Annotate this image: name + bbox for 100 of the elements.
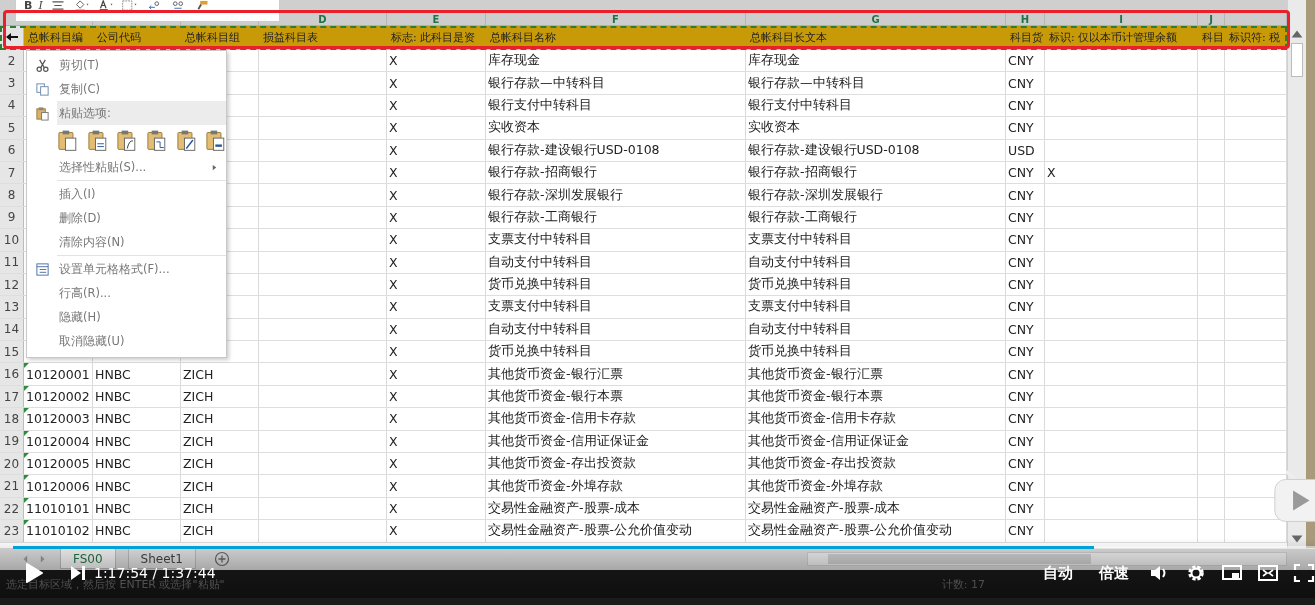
scroll-thumb[interactable] (1291, 43, 1303, 77)
widescreen-icon[interactable] (1257, 563, 1279, 583)
table-cell: X (389, 501, 398, 516)
paste-option-icon[interactable] (175, 128, 197, 152)
table-cell: HNBC (95, 433, 131, 449)
table-cell: HNBC (95, 366, 131, 382)
row-number[interactable]: 8 (0, 184, 24, 206)
table-cell: X (389, 209, 398, 225)
row-number[interactable]: 7 (0, 161, 24, 184)
row-number[interactable]: 20 (0, 453, 24, 475)
menu-item[interactable]: 插入(I) (27, 182, 226, 206)
row-number[interactable]: 22 (0, 497, 24, 520)
table-cell: CNY (1008, 120, 1034, 136)
table-cell: HNBC (95, 478, 131, 494)
row-number[interactable]: 13 (0, 296, 24, 318)
table-cell: CNY (1008, 75, 1034, 91)
table-cell: CNY (1008, 411, 1034, 427)
row-number[interactable]: 5 (0, 117, 24, 139)
row-number[interactable]: 16 (0, 363, 24, 385)
menu-item[interactable]: 设置单元格格式(F)... (27, 257, 226, 281)
table-cell: 其他货币资金-银行本票 (488, 388, 623, 406)
table-icon (34, 261, 50, 277)
table-cell: 银行支付中转科目 (488, 96, 592, 114)
row-number[interactable]: 15 (0, 341, 24, 363)
row-number[interactable]: 10 (0, 229, 24, 251)
row-number[interactable]: 14 (0, 318, 24, 341)
table-cell: 银行存款-建设银行USD-0108 (488, 141, 660, 159)
row-number[interactable]: 6 (0, 139, 24, 161)
table-cell: CNY (1008, 366, 1034, 382)
table-cell: CNY (1008, 389, 1034, 405)
table-cell: 库存现金 (748, 52, 800, 70)
column-heading: 总帐科目长文本 (750, 30, 827, 45)
column-letter[interactable]: H (1020, 15, 1030, 25)
table-cell: CNY (1008, 456, 1034, 472)
menu-item[interactable]: 剪切(T) (27, 53, 226, 77)
row-number[interactable]: 18 (0, 408, 24, 430)
settings-icon[interactable] (1185, 563, 1207, 583)
column-letter[interactable]: E (432, 15, 440, 25)
table-cell: 银行存款—中转科目 (748, 74, 865, 92)
row-number[interactable]: 17 (0, 385, 24, 408)
row-number[interactable]: 19 (0, 430, 24, 453)
row-number[interactable]: 21 (0, 475, 24, 497)
table-cell: X (389, 232, 398, 248)
table-cell: USD (1008, 142, 1035, 158)
table-cell: HNBC (95, 501, 131, 516)
paste-option-icon[interactable] (57, 128, 78, 152)
progress-bar[interactable] (13, 546, 1315, 549)
row-number[interactable]: 4 (0, 94, 24, 117)
row-number[interactable]: 12 (0, 273, 24, 296)
table-cell: X (389, 299, 398, 315)
menu-item[interactable]: 隐藏(H) (27, 305, 226, 329)
column-letter[interactable]: J (1209, 15, 1213, 25)
table-cell: CNY (1008, 53, 1034, 69)
table-cell: 实收资本 (748, 119, 800, 137)
table-cell: ZICH (183, 389, 214, 405)
bold-button[interactable]: B (24, 0, 33, 11)
menu-item[interactable]: 行高(R)... (27, 281, 226, 305)
row-number[interactable]: 9 (0, 206, 24, 229)
table-cell: 11010101 (26, 501, 90, 516)
add-sheet-icon[interactable] (213, 551, 230, 567)
table-cell: 货币兑换中转科目 (488, 343, 592, 361)
italic-button[interactable]: I (38, 0, 43, 11)
menu-item[interactable]: 清除内容(N) (27, 230, 226, 254)
column-heading: 损益科目表 (263, 30, 318, 45)
column-letter[interactable]: F (612, 15, 619, 25)
column-letter[interactable]: G (871, 15, 880, 25)
picture-in-picture-icon[interactable] (1221, 563, 1243, 583)
table-cell: X (389, 389, 398, 405)
table-cell: CNY (1008, 165, 1034, 181)
menu-item[interactable]: 复制(C) (27, 77, 226, 101)
table-cell: 支票支付中转科目 (748, 298, 852, 316)
table-cell: 交易性金融资产-股票-公允价值变动 (748, 522, 953, 540)
menu-item[interactable]: 删除(D) (27, 206, 226, 230)
paste-option-icon[interactable] (205, 128, 227, 152)
paste-option-icon[interactable] (86, 128, 108, 152)
paste-option-icon[interactable] (146, 128, 167, 152)
column-letter[interactable]: I (1119, 15, 1123, 25)
paste-option-icon[interactable] (116, 128, 137, 152)
table-cell: 其他货币资金-信用证保证金 (488, 432, 649, 450)
sheet-tab[interactable]: Sheet1 (127, 549, 196, 569)
table-cell: 其他货币资金-信用卡存款 (488, 410, 636, 428)
table-cell: X (389, 478, 398, 494)
row-number[interactable]: 3 (0, 72, 24, 94)
row-number[interactable]: 23 (0, 520, 24, 542)
horizontal-scrollbar[interactable] (807, 552, 1287, 566)
menu-item[interactable]: 选择性粘贴(S)... (27, 155, 226, 179)
table-cell: CNY (1008, 232, 1034, 248)
table-cell: X (389, 254, 398, 270)
table-cell: X (1047, 165, 1056, 181)
column-letter[interactable]: D (318, 15, 327, 25)
border-icon[interactable] (120, 0, 139, 11)
sheet-tab[interactable]: FS00 (60, 549, 116, 569)
table-cell: ZICH (183, 523, 214, 539)
vertical-scrollbar[interactable] (1287, 0, 1306, 548)
fullscreen-icon[interactable] (1293, 563, 1315, 583)
menu-item[interactable]: 取消隐藏(U) (27, 329, 226, 353)
row-number[interactable]: 11 (0, 251, 24, 273)
row-number[interactable]: 2 (0, 50, 24, 72)
table-cell: X (389, 411, 398, 427)
table-cell: 交易性金融资产-股票-公允价值变动 (488, 522, 693, 540)
